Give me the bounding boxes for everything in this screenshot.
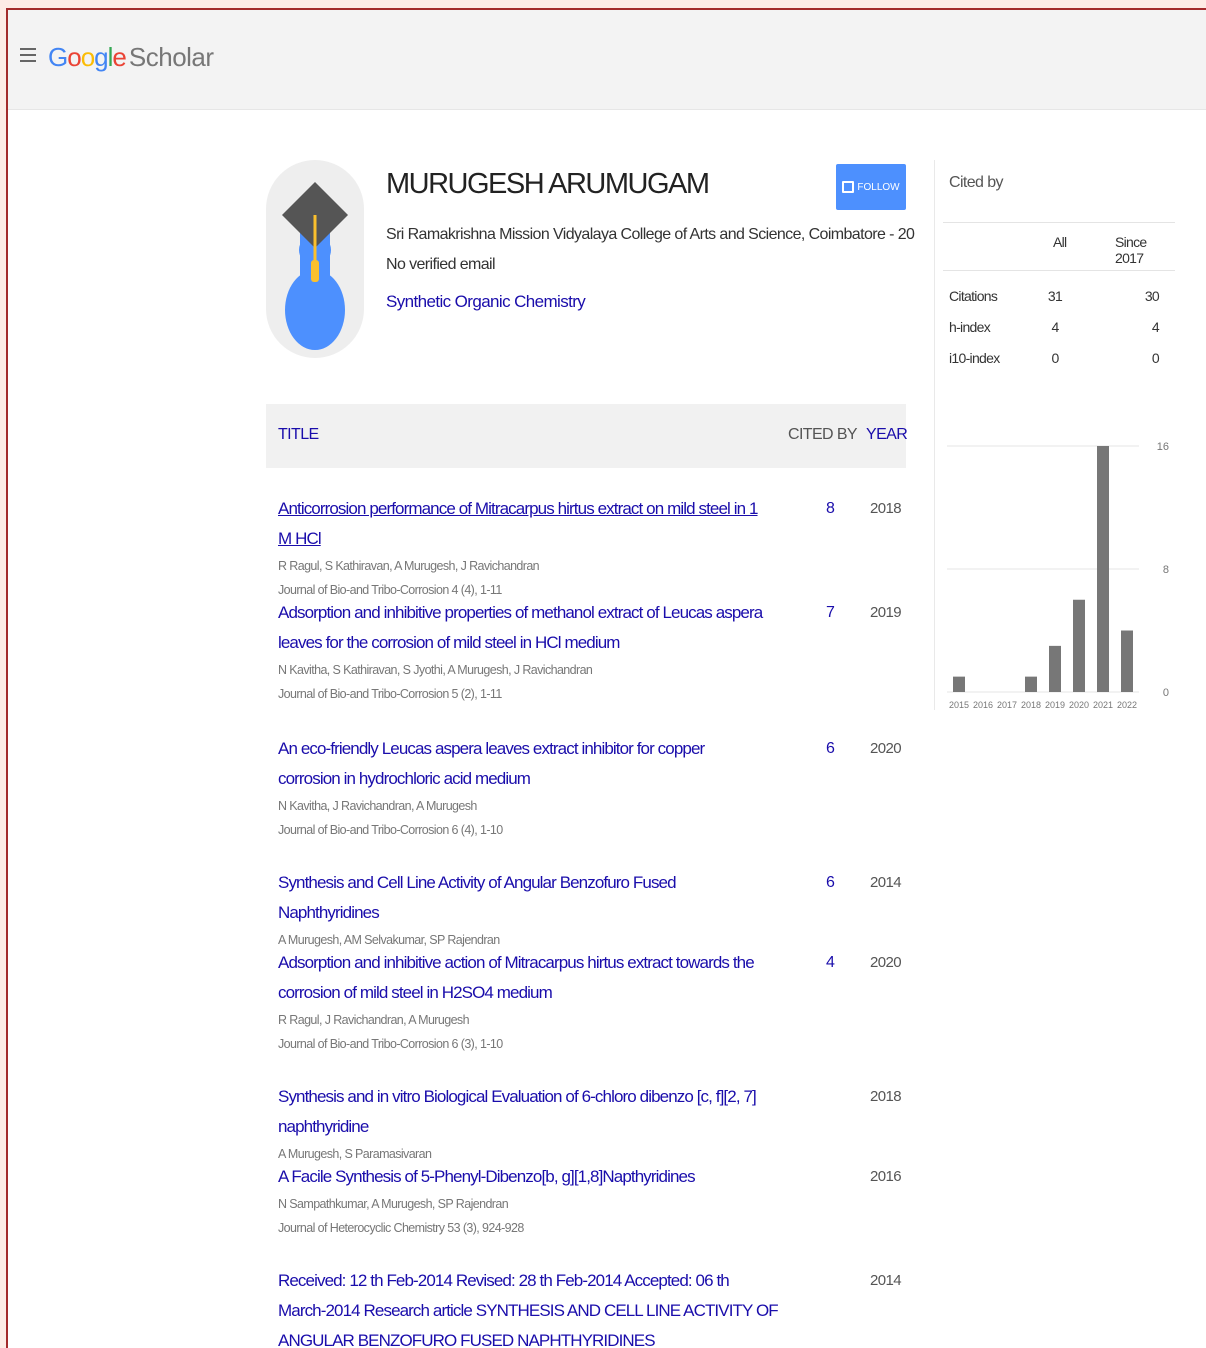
chart-y-tick-label: 8 xyxy=(1163,564,1169,576)
articles-table-header: TITLE CITED BY YEAR xyxy=(266,404,908,468)
chart-bar-2019[interactable] xyxy=(1049,645,1061,692)
article-authors: N Kavitha, J Ravichandran, A Murugesh xyxy=(278,799,477,813)
chart-y-tick-label: 0 xyxy=(1163,687,1169,699)
chart-y-tick-label: 16 xyxy=(1157,441,1169,453)
article-year: 2014 xyxy=(870,1272,902,1289)
article-title-link[interactable]: Synthesis and in vitro Biological Evalua… xyxy=(278,1082,768,1142)
logo-product: Scholar xyxy=(128,42,214,72)
chart-bar-2020[interactable] xyxy=(1073,599,1085,692)
chart-x-tick-label: 2016 xyxy=(973,700,993,710)
stats-col-since: Since 2017 xyxy=(1115,234,1147,266)
graduate-avatar-icon xyxy=(282,182,348,350)
article-row: Anticorrosion performance of Mitracarpus… xyxy=(278,494,908,602)
logo-letter: G xyxy=(48,42,68,72)
checkbox-icon xyxy=(842,181,855,193)
article-row: Synthesis and in vitro Biological Evalua… xyxy=(278,1082,908,1166)
chart-x-tick-label: 2018 xyxy=(1021,700,1041,710)
article-year: 2018 xyxy=(870,1088,902,1105)
stat-since: 30 xyxy=(1144,288,1160,304)
chart-x-tick-label: 2021 xyxy=(1093,700,1113,710)
profile-affiliation: Sri Ramakrishna Mission Vidyalaya Colleg… xyxy=(386,226,915,243)
article-year: 2020 xyxy=(870,740,902,757)
divider xyxy=(943,222,1175,223)
app-frame: Google Scholar MURUGESH ARUMUGAM Sri Rama… xyxy=(6,8,1206,1348)
article-title-link[interactable]: Adsorption and inhibitive action of Mitr… xyxy=(278,948,768,1008)
stat-since: 4 xyxy=(1151,319,1160,335)
chart-bar-2021[interactable] xyxy=(1097,446,1109,692)
sort-by-cited[interactable]: CITED BY xyxy=(788,426,858,444)
chart-x-tick-label: 2015 xyxy=(949,700,969,710)
article-year: 2016 xyxy=(870,1168,902,1185)
article-year: 2018 xyxy=(870,500,902,517)
divider xyxy=(943,270,1175,271)
cited-by-count-link[interactable]: 4 xyxy=(826,948,835,978)
stat-since: 0 xyxy=(1151,350,1160,366)
article-row: Received: 12 th Feb-2014 Revised: 28 th … xyxy=(278,1266,908,1348)
article-title-link[interactable]: Synthesis and Cell Line Activity of Angu… xyxy=(278,868,768,928)
article-year: 2014 xyxy=(870,874,902,891)
stat-all: 31 xyxy=(1047,288,1063,304)
article-journal: Journal of Heterocyclic Chemistry 53 (3)… xyxy=(278,1221,524,1235)
article-title-link[interactable]: Received: 12 th Feb-2014 Revised: 28 th … xyxy=(278,1266,779,1348)
article-row: A Facile Synthesis of 5-Phenyl-Dibenzo[b… xyxy=(278,1162,908,1240)
article-authors: N Kavitha, S Kathiravan, S Jyothi, A Mur… xyxy=(278,663,593,677)
article-title-link[interactable]: Anticorrosion performance of Mitracarpus… xyxy=(278,494,768,554)
avatar xyxy=(266,160,364,358)
cited-by-count-link[interactable]: 8 xyxy=(826,494,835,524)
chart-x-tick-label: 2020 xyxy=(1069,700,1089,710)
follow-button[interactable]: FOLLOW xyxy=(836,164,906,210)
stats-col-all: All xyxy=(1053,234,1067,250)
stat-all: 4 xyxy=(1051,319,1059,335)
cited-by-count-link[interactable]: 6 xyxy=(826,868,835,898)
chart-bar-2018[interactable] xyxy=(1025,676,1037,692)
logo-letter: o xyxy=(67,42,82,72)
article-year: 2019 xyxy=(870,604,902,621)
cited-by-count-link[interactable]: 7 xyxy=(826,598,835,628)
cited-by-count-link[interactable]: 6 xyxy=(826,734,835,764)
cited-by-title: Cited by xyxy=(949,174,1004,191)
profile-name: MURUGESH ARUMUGAM xyxy=(386,168,710,200)
article-row: Adsorption and inhibitive action of Mitr… xyxy=(278,948,908,1056)
stat-label: i10-index xyxy=(949,350,1000,366)
citations-per-year-chart: 0 8 16 2015 2016 2017 2018 2019 2020 2021 2022 xyxy=(947,441,1169,710)
logo-letter: g xyxy=(94,42,109,72)
chart-x-tick-label: 2019 xyxy=(1045,700,1065,710)
article-authors: N Sampathkumar, A Murugesh, SP Rajendran xyxy=(278,1197,509,1211)
chart-bar-2022[interactable] xyxy=(1121,630,1133,693)
menu-icon[interactable] xyxy=(20,48,36,62)
chart-x-tick-label: 2017 xyxy=(997,700,1017,710)
article-row: Adsorption and inhibitive properties of … xyxy=(278,598,908,706)
article-title-link[interactable]: Adsorption and inhibitive properties of … xyxy=(278,598,768,658)
stat-all: 0 xyxy=(1051,350,1059,366)
logo-letter: e xyxy=(112,42,127,72)
follow-label: FOLLOW xyxy=(857,181,900,193)
article-row: An eco-friendly Leucas aspera leaves ext… xyxy=(278,734,908,842)
google-scholar-logo[interactable]: Google Scholar xyxy=(48,42,214,73)
article-row: Synthesis and Cell Line Activity of Angu… xyxy=(278,868,908,952)
article-title-link[interactable]: A Facile Synthesis of 5-Phenyl-Dibenzo[b… xyxy=(278,1162,768,1192)
article-journal: Journal of Bio-and Tribo-Corrosion 6 (4)… xyxy=(278,823,503,837)
sort-by-title[interactable]: TITLE xyxy=(278,426,319,444)
profile-email-status: No verified email xyxy=(386,256,496,273)
chart-bar-2015[interactable] xyxy=(953,676,965,692)
stat-label: h-index xyxy=(949,319,991,335)
article-authors: R Ragul, S Kathiravan, A Murugesh, J Rav… xyxy=(278,559,540,573)
article-authors: R Ragul, J Ravichandran, A Murugesh xyxy=(278,1013,470,1027)
stat-label: Citations xyxy=(949,288,998,304)
cited-by-panel: Cited by All Since 2017 Citations 31 30 … xyxy=(934,160,1175,710)
research-interest-link[interactable]: Synthetic Organic Chemistry xyxy=(386,292,586,312)
article-journal: Journal of Bio-and Tribo-Corrosion 5 (2)… xyxy=(278,687,502,701)
top-bar: Google Scholar xyxy=(8,10,1206,110)
chart-x-tick-label: 2022 xyxy=(1117,700,1137,710)
sort-by-year[interactable]: YEAR xyxy=(866,426,908,444)
article-title-link[interactable]: An eco-friendly Leucas aspera leaves ext… xyxy=(278,734,768,794)
logo-letter: o xyxy=(80,42,96,72)
article-journal: Journal of Bio-and Tribo-Corrosion 6 (3)… xyxy=(278,1037,503,1051)
article-year: 2020 xyxy=(870,954,902,971)
